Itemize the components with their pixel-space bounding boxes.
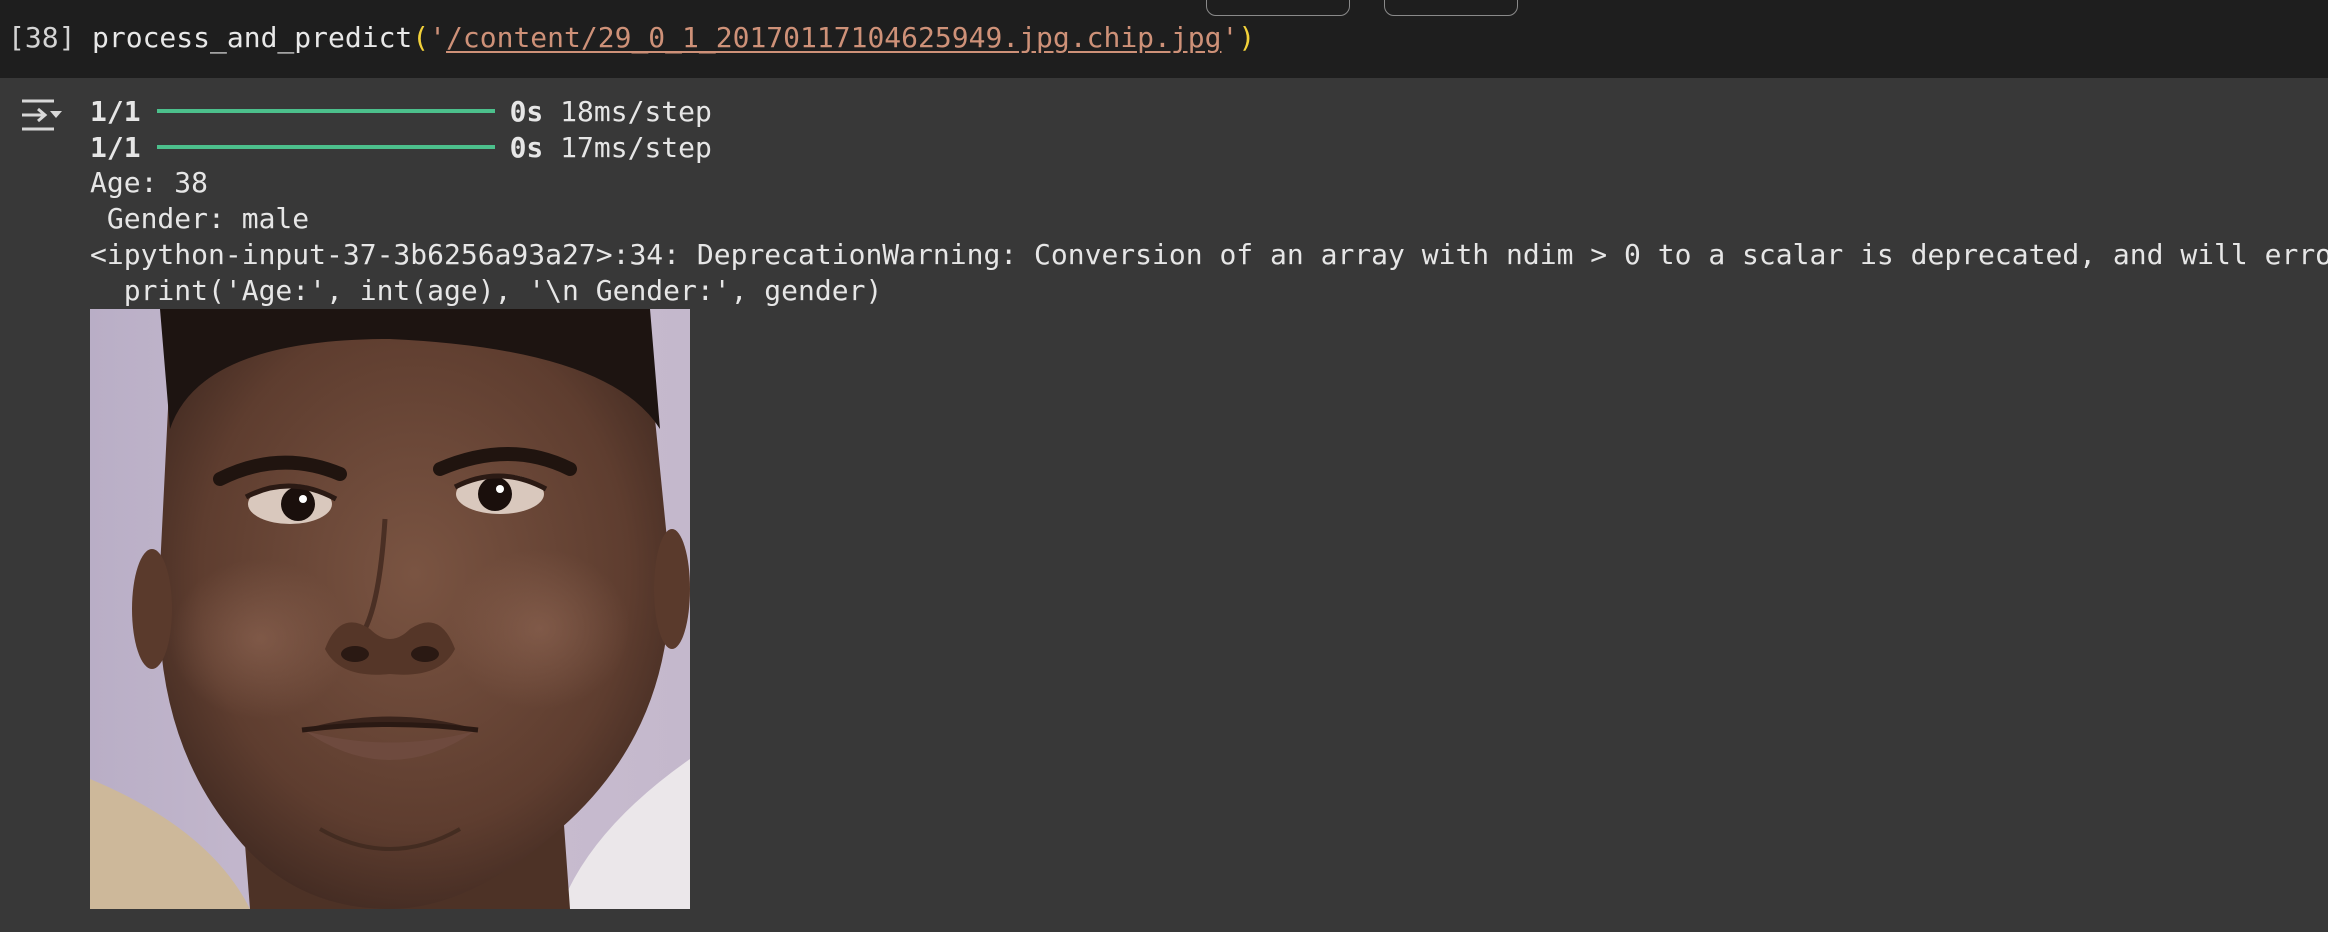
close-paren: )	[1238, 21, 1256, 54]
age-output: Age: 38	[90, 166, 209, 199]
open-paren: (	[412, 21, 430, 54]
quote-open: '	[429, 21, 447, 54]
progress-rate: 17ms/step	[560, 131, 712, 164]
deprecation-warning: <ipython-input-37-3b6256a93a27>:34: Depr…	[90, 238, 2328, 271]
execution-count: [38]	[8, 21, 76, 54]
progress-bar	[156, 109, 495, 113]
progress-time: 0s	[509, 131, 544, 164]
progress-rate: 18ms/step	[560, 95, 712, 128]
cell-toolbar-button[interactable]	[1206, 0, 1350, 16]
code-line[interactable]: process_and_predict('/content/29_0_1_201…	[92, 19, 1255, 57]
progress-time: 0s	[509, 95, 544, 128]
code-cell[interactable]: [38] process_and_predict('/content/29_0_…	[0, 0, 2328, 78]
gender-output: Gender: male	[90, 202, 310, 235]
notebook-view: [38] process_and_predict('/content/29_0_…	[0, 0, 2328, 932]
quote-close: '	[1221, 21, 1239, 54]
progress-bar	[156, 145, 495, 149]
file-path-string[interactable]: /content/29_0_1_20170117104625949.jpg.ch…	[446, 21, 1221, 54]
progress-step: 1/1	[90, 131, 141, 164]
function-name: process_and_predict	[92, 21, 413, 54]
warning-source-line: print('Age:', int(age), '\n Gender:', ge…	[90, 274, 883, 307]
cell-toolbar-button[interactable]	[1384, 0, 1518, 16]
progress-step: 1/1	[90, 95, 141, 128]
progress-line: 1/1 0s 18ms/step	[90, 94, 712, 130]
progress-line: 1/1 0s 17ms/step	[90, 130, 712, 166]
face-photo	[90, 309, 690, 909]
output-collapse-icon[interactable]	[20, 96, 64, 134]
